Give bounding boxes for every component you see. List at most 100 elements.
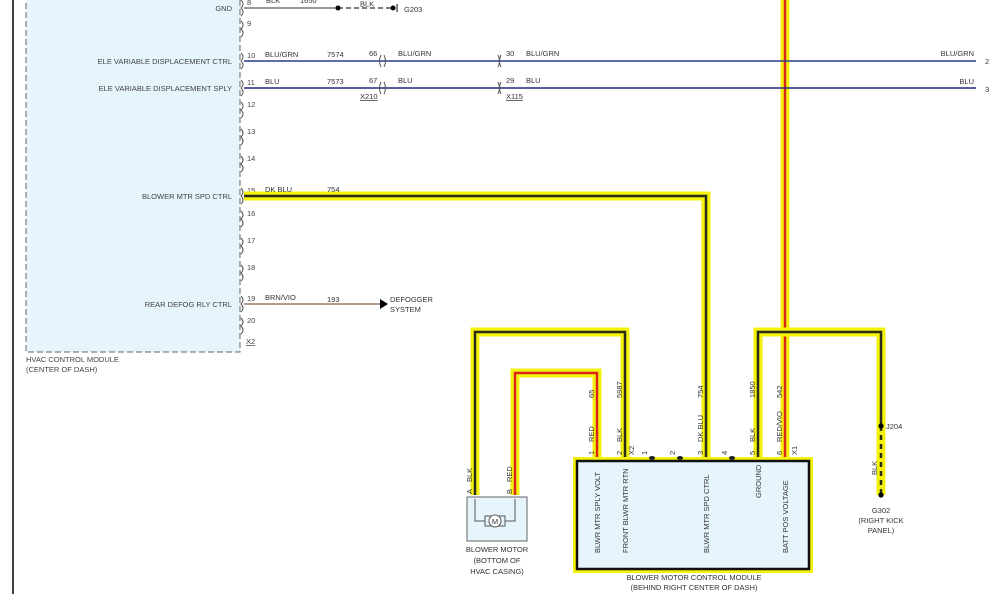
pin-number: 6 <box>775 451 784 455</box>
pin-label: B <box>505 489 514 494</box>
blower-motor-location: HVAC CASING) <box>470 567 524 576</box>
pin-number: 1 <box>640 451 649 455</box>
wire-color: BRN/VIO <box>265 293 296 302</box>
pin-number: 4 <box>720 451 729 455</box>
hvac-pin-9: 9 <box>240 19 251 38</box>
wire-color: RED/VIO <box>775 411 784 442</box>
wire-193[interactable]: BRN/VIO 193 DEFOGGER SYSTEM <box>244 293 434 314</box>
wire-color: DK BLU <box>696 415 705 442</box>
bmcm-location: (BEHIND RIGHT CENTER OF DASH) <box>631 583 758 592</box>
wire-1650[interactable]: BLK 1650 BLK G203 <box>244 0 422 14</box>
unused-pin-cap <box>729 456 735 460</box>
pin-number: 2 <box>615 451 624 455</box>
hvac-pin-16: 16 <box>240 209 255 228</box>
pin-function: BATT POS VOLTAGE <box>781 480 790 553</box>
pin-number: 11 <box>247 78 255 87</box>
pin-number: 8 <box>247 0 251 7</box>
connector-pin: 2 <box>985 57 989 66</box>
wire-color: DK BLU <box>265 185 292 194</box>
wire-color: BLU/GRN <box>265 50 298 59</box>
wire-circuit: 65 <box>587 390 596 398</box>
pin-brace <box>240 187 244 205</box>
pin-brace <box>240 79 244 97</box>
pin-number: 18 <box>247 263 255 272</box>
wire-color: BLK <box>615 428 624 442</box>
hvac-pin-20: 20 <box>240 316 255 335</box>
splice-dot <box>335 5 341 11</box>
wire-color: BLU/GRN <box>398 49 431 58</box>
pin-name: ELE VARIABLE DISPLACEMENT SPLY <box>99 84 232 93</box>
wire-circuit: 1850 <box>748 381 757 398</box>
wire-circuit: 193 <box>327 295 340 304</box>
wiring-diagram: HVAC CONTROL MODULE (CENTER OF DASH) X2 … <box>12 0 989 594</box>
pin-number: 2 <box>668 451 677 455</box>
ground-dot <box>390 5 396 11</box>
pin-number: 13 <box>247 127 255 136</box>
pin-name: REAR DEFOG RLY CTRL <box>145 300 232 309</box>
ground-g203: G203 <box>404 5 422 14</box>
destination-label: DEFOGGER <box>390 295 434 304</box>
pin-brace <box>240 317 244 335</box>
connector-x115-label: X115 <box>506 92 523 101</box>
pin-brace <box>240 155 244 173</box>
motor-symbol: M <box>492 517 498 526</box>
unused-pin-cap <box>649 456 655 460</box>
connector-pin: 3 <box>985 85 989 94</box>
pin-brace <box>240 210 244 228</box>
blower-motor-label: BLOWER MOTOR <box>466 545 529 554</box>
connector-x210-label: X210 <box>360 92 378 101</box>
pin-brace <box>240 128 244 146</box>
pin-brace <box>240 295 244 313</box>
pin-number: 19 <box>247 294 255 303</box>
hvac-pin-13: 13 <box>240 127 255 146</box>
connector-x1: X1 <box>790 446 799 455</box>
wire-color: BLK <box>266 0 280 5</box>
pin-number: 1 <box>587 451 596 455</box>
pin-number: 14 <box>247 154 255 163</box>
pin-brace <box>240 264 244 282</box>
wire-color: BLK <box>870 461 879 475</box>
connector-pin: 30 <box>506 49 514 58</box>
wire-color: BLK <box>748 428 757 442</box>
destination-label: SYSTEM <box>390 305 421 314</box>
pin-function: FRONT BLWR MTR RTN <box>621 468 630 553</box>
pin-function: BLWR MTR SPD CTRL <box>702 474 711 553</box>
hvac-connector-x2: X2 <box>246 337 255 346</box>
wire-color: BLK <box>360 0 374 9</box>
wire-color: BLU <box>526 76 541 85</box>
pin-number: 3 <box>696 451 705 455</box>
pin-number: 17 <box>247 236 255 245</box>
connector-x2: X2 <box>627 446 636 455</box>
blower-motor-control-module[interactable] <box>573 457 813 573</box>
pin-name: GND <box>215 4 232 13</box>
ground-location: PANEL) <box>868 526 895 535</box>
wire-circuit: 5987 <box>615 381 624 398</box>
wire-circuit: 542 <box>775 385 784 398</box>
pin-name: ELE VARIABLE DISPLACEMENT CTRL <box>98 57 232 66</box>
wire-circuit: 7573 <box>327 77 344 86</box>
ground-g302-icon <box>878 492 884 498</box>
pin-function: GROUND <box>754 464 763 498</box>
pin-brace <box>240 237 244 255</box>
pin-number: 9 <box>247 19 251 28</box>
connector-pin: 66 <box>369 49 377 58</box>
pin-function: BLWR MTR SPLY VOLT <box>593 471 602 553</box>
blower-motor-location: (BOTTOM OF <box>474 556 521 565</box>
arrow-icon <box>380 299 388 309</box>
wire-color: RED <box>505 466 514 482</box>
bmcm-label: BLOWER MOTOR CONTROL MODULE <box>626 573 761 582</box>
pin-number: 20 <box>247 316 255 325</box>
unused-pin-cap <box>677 456 683 460</box>
pin-number: 12 <box>247 100 255 109</box>
wire-7573[interactable]: BLU 7573 67 BLU 29 BLU BLU 3 <box>244 76 989 94</box>
wire-color: BLU/GRN <box>941 49 974 58</box>
wire-color: BLU <box>398 76 413 85</box>
hvac-module-location: (CENTER OF DASH) <box>26 365 98 374</box>
wire-7574[interactable]: BLU/GRN 7574 66 BLU/GRN 30 BLU/GRN BLU/G… <box>244 49 989 66</box>
ground-location: (RIGHT KICK <box>858 516 903 525</box>
ground-label: G302 <box>872 506 890 515</box>
hvac-pin-12: 12 <box>240 100 255 119</box>
wire-circuit: 754 <box>327 185 340 194</box>
connector-pin: 67 <box>369 76 377 85</box>
pin-label: A <box>465 489 474 494</box>
